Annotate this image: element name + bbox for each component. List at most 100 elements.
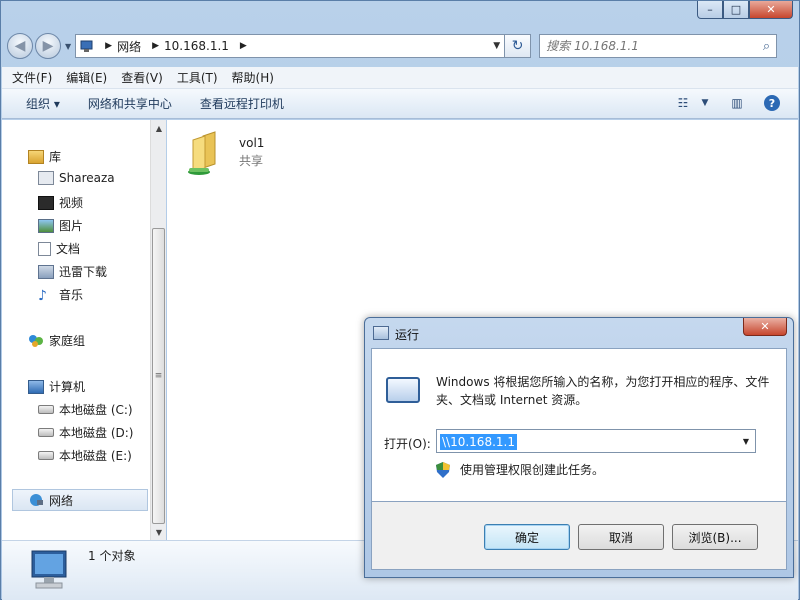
navigation-scrollbar[interactable]: ▲ ≡ ▼ bbox=[150, 120, 166, 540]
tree-label: 库 bbox=[49, 150, 62, 164]
tree-item-music[interactable]: ♪ 音乐 bbox=[38, 286, 84, 304]
tree-item-documents[interactable]: 文档 bbox=[38, 240, 80, 257]
tree-item-drive-e[interactable]: 本地磁盘 (E:) bbox=[38, 447, 132, 464]
tree-label: 音乐 bbox=[59, 288, 84, 302]
tree-item-pictures[interactable]: 图片 bbox=[38, 217, 83, 234]
shared-folder-item[interactable]: vol1 共享 bbox=[185, 130, 264, 176]
menu-help[interactable]: 帮助(H) bbox=[232, 69, 274, 86]
admin-note: 使用管理权限创建此任务。 bbox=[436, 461, 604, 478]
tree-item-drive-d[interactable]: 本地磁盘 (D:) bbox=[38, 424, 133, 441]
shared-folder-name: vol1 bbox=[239, 136, 265, 150]
run-dialog-body: Windows 将根据您所输入的名称，为您打开相应的程序、文件夹、文档或 Int… bbox=[371, 348, 787, 502]
tree-item-videos[interactable]: 视频 bbox=[38, 194, 83, 211]
tree-label: 网络 bbox=[49, 493, 74, 508]
command-bar-right: ☷ ▼ ▥ ? bbox=[660, 95, 780, 111]
help-icon[interactable]: ? bbox=[764, 95, 780, 111]
computer-icon bbox=[28, 379, 44, 394]
computer-monitor-icon bbox=[31, 550, 67, 589]
tree-label: 本地磁盘 (E:) bbox=[59, 449, 132, 463]
tree-item-drive-c[interactable]: 本地磁盘 (C:) bbox=[38, 401, 133, 418]
document-icon bbox=[38, 241, 51, 256]
tree-label: 计算机 bbox=[49, 380, 86, 394]
address-bar[interactable]: ▶ 网络 ▶ 10.168.1.1 ▶ ▼ bbox=[75, 34, 506, 58]
run-description: Windows 将根据您所输入的名称，为您打开相应的程序、文件夹、文档或 Int… bbox=[436, 375, 770, 407]
menu-tools[interactable]: 工具(T) bbox=[177, 69, 218, 86]
tree-item-thunder-downloads[interactable]: 迅雷下载 bbox=[38, 263, 107, 280]
search-box[interactable]: ⌕ bbox=[539, 34, 778, 58]
download-icon bbox=[38, 264, 54, 279]
tree-item-homegroup[interactable]: 家庭组 bbox=[28, 332, 85, 349]
tree-label: 本地磁盘 (C:) bbox=[59, 403, 133, 417]
shared-folder-text: vol1 共享 bbox=[239, 130, 264, 176]
open-input[interactable]: \\10.168.1.1 bbox=[440, 434, 517, 450]
organize-button[interactable]: 组织 ▾ bbox=[26, 95, 60, 112]
network-icon bbox=[80, 40, 93, 52]
view-options-icon[interactable]: ☷ bbox=[674, 95, 692, 111]
address-dropdown-icon[interactable]: ▼ bbox=[493, 41, 500, 51]
search-input[interactable] bbox=[546, 39, 763, 53]
recent-pages-dropdown[interactable]: ▼ bbox=[65, 42, 71, 51]
tree-label: 本地磁盘 (D:) bbox=[59, 426, 134, 440]
scroll-up-icon[interactable]: ▲ bbox=[151, 120, 167, 136]
cancel-button[interactable]: 取消 bbox=[578, 524, 664, 550]
navigation-row: ◀ ▶ ▼ ▶ 网络 ▶ 10.168.1.1 ▶ ▼ ↻ ⌕ bbox=[7, 31, 795, 61]
navigation-pane: 库 Shareaza 视频 图片 文档 迅雷下载 ♪ 音乐 家庭组 计算机 本地… bbox=[2, 120, 150, 540]
scroll-down-icon[interactable]: ▼ bbox=[151, 524, 167, 540]
tree-label: Shareaza bbox=[59, 171, 115, 185]
tree-item-computer[interactable]: 计算机 bbox=[28, 378, 85, 395]
command-bar: 组织 ▾ 网络和共享中心 查看远程打印机 ☷ ▼ ▥ ? bbox=[2, 89, 798, 119]
run-dialog-title: 运行 bbox=[395, 328, 420, 342]
tree-item-library[interactable]: 库 bbox=[28, 148, 61, 165]
open-combobox[interactable]: \\10.168.1.1 ▼ bbox=[436, 429, 756, 453]
network-sharing-center-button[interactable]: 网络和共享中心 bbox=[88, 95, 172, 112]
minimize-button[interactable]: – bbox=[697, 1, 723, 19]
drive-icon bbox=[38, 451, 54, 460]
tree-label: 文档 bbox=[56, 242, 81, 256]
run-dialog-footer: 确定 取消 浏览(B)... bbox=[371, 502, 787, 570]
back-button[interactable]: ◀ bbox=[7, 33, 33, 59]
shared-folder-icon bbox=[188, 131, 216, 175]
item-count: 1 个对象 bbox=[88, 549, 136, 563]
breadcrumb-arrow-icon[interactable]: ▶ bbox=[152, 41, 159, 51]
menu-file[interactable]: 文件(F) bbox=[12, 69, 52, 86]
open-input-wrap[interactable]: \\10.168.1.1 bbox=[437, 431, 737, 451]
admin-note-text: 使用管理权限创建此任务。 bbox=[460, 463, 605, 477]
tree-label: 图片 bbox=[59, 219, 84, 233]
breadcrumb-host[interactable]: 10.168.1.1 bbox=[164, 39, 229, 53]
view-remote-printers-button[interactable]: 查看远程打印机 bbox=[200, 95, 284, 112]
chevron-down-icon[interactable]: ▼ bbox=[737, 437, 755, 446]
menu-edit[interactable]: 编辑(E) bbox=[66, 69, 107, 86]
breadcrumb-arrow-icon[interactable]: ▶ bbox=[105, 41, 112, 51]
shared-folder-type: 共享 bbox=[239, 154, 264, 168]
ok-button[interactable]: 确定 bbox=[484, 524, 570, 550]
forward-button[interactable]: ▶ bbox=[35, 33, 61, 59]
tree-label: 迅雷下载 bbox=[59, 265, 108, 279]
search-icon[interactable]: ⌕ bbox=[763, 39, 770, 54]
tree-item-shareaza[interactable]: Shareaza bbox=[38, 171, 115, 185]
tree-item-network[interactable]: 网络 bbox=[12, 489, 148, 511]
close-button[interactable]: ✕ bbox=[749, 1, 793, 19]
browse-button[interactable]: 浏览(B)... bbox=[672, 524, 758, 550]
run-close-button[interactable]: ✕ bbox=[743, 318, 787, 336]
drive-icon bbox=[38, 428, 54, 437]
tree-label: 家庭组 bbox=[49, 334, 86, 348]
application-icon bbox=[38, 171, 54, 185]
refresh-button[interactable]: ↻ bbox=[505, 34, 532, 58]
network-icon bbox=[30, 494, 43, 506]
run-icon bbox=[373, 326, 389, 340]
library-icon bbox=[28, 149, 44, 164]
preview-pane-icon[interactable]: ▥ bbox=[728, 95, 746, 111]
tree-label: 视频 bbox=[59, 196, 84, 210]
menu-bar: 文件(F) 编辑(E) 查看(V) 工具(T) 帮助(H) bbox=[2, 67, 798, 89]
breadcrumb-network[interactable]: 网络 bbox=[117, 38, 141, 55]
caption-buttons: – □ ✕ bbox=[697, 1, 793, 19]
picture-icon bbox=[38, 218, 54, 233]
run-program-icon bbox=[386, 377, 420, 403]
chevron-down-icon[interactable]: ▼ bbox=[696, 95, 714, 111]
maximize-button[interactable]: □ bbox=[723, 1, 749, 19]
menu-view[interactable]: 查看(V) bbox=[121, 69, 163, 86]
scroll-thumb[interactable]: ≡ bbox=[152, 228, 165, 524]
breadcrumb-arrow-icon[interactable]: ▶ bbox=[240, 41, 247, 51]
uac-shield-icon bbox=[436, 461, 450, 478]
drive-icon bbox=[38, 405, 54, 414]
